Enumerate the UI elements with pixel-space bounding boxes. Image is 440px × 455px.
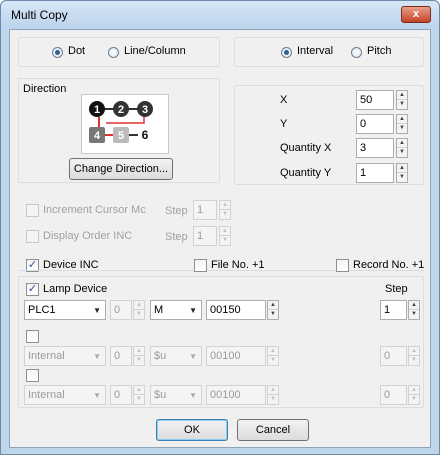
lamp-device-checkbox[interactable]: ✓ — [26, 283, 39, 296]
device-select-1[interactable]: M ▼ — [150, 300, 202, 320]
address-spinner-1[interactable]: ▲ ▼ — [267, 300, 279, 320]
plc-select-1-value: PLC1 — [28, 304, 56, 316]
y-spinner[interactable]: ▲ ▼ — [396, 114, 408, 134]
x-label: X — [280, 94, 288, 106]
dot-label: Dot — [68, 45, 86, 57]
chevron-down-icon: ▼ — [93, 306, 101, 315]
step-input-3[interactable]: 0 — [380, 385, 407, 405]
increment-cursor-step-label: Step — [165, 205, 188, 217]
display-order-step-input[interactable]: 1 — [193, 226, 217, 246]
step-input-1[interactable]: 1 — [380, 300, 407, 320]
address-input-1[interactable]: 00150 — [206, 300, 266, 320]
display-order-step-label: Step — [165, 231, 188, 243]
plc-select-2-value: Internal — [28, 350, 65, 362]
plc-select-2[interactable]: Internal ▼ — [24, 346, 106, 366]
node-3-label: 3 — [142, 104, 148, 116]
pitch-label: Pitch — [367, 45, 392, 57]
address-spinner-2[interactable]: ▲ ▼ — [267, 346, 279, 366]
multi-copy-dialog: Multi Copy x Dot Line/Column Interval Pi… — [0, 0, 440, 455]
chevron-down-icon: ▼ — [93, 352, 101, 361]
lamp-row-2-checkbox[interactable] — [26, 330, 39, 343]
direction-diagram-icon: 1 2 3 4 5 6 — [89, 101, 153, 143]
display-order-step-spinner[interactable]: ▲ ▼ — [219, 226, 231, 246]
station-spinner-2[interactable]: ▲ ▼ — [133, 346, 145, 366]
device-select-3-value: $u — [154, 389, 167, 401]
device-select-2[interactable]: $u ▼ — [150, 346, 202, 366]
increment-cursor-step-spinner[interactable]: ▲ ▼ — [219, 200, 231, 220]
pitch-radio[interactable] — [351, 47, 362, 58]
record-no-label: Record No. +1 — [353, 259, 425, 271]
quantity-x-label: Quantity X — [280, 142, 332, 154]
lamp-device-label: Lamp Device — [43, 283, 108, 295]
quantity-x-input[interactable]: 3 — [356, 138, 394, 158]
dot-radio[interactable] — [52, 47, 63, 58]
chevron-down-icon: ▼ — [189, 306, 197, 315]
x-spinner[interactable]: ▲ ▼ — [396, 90, 408, 110]
quantity-y-input[interactable]: 1 — [356, 163, 394, 183]
step-spinner-3[interactable]: ▲ ▼ — [408, 385, 420, 405]
chevron-down-icon: ▼ — [189, 391, 197, 400]
address-input-3[interactable]: 00100 — [206, 385, 266, 405]
address-spinner-3[interactable]: ▲ ▼ — [267, 385, 279, 405]
lamp-step-header: Step — [385, 283, 408, 295]
lamp-row-3-checkbox[interactable] — [26, 369, 39, 382]
quantity-y-label: Quantity Y — [280, 167, 332, 179]
station-spinner-1[interactable]: ▲ ▼ — [133, 300, 145, 320]
direction-label: Direction — [23, 83, 67, 95]
node-5-label: 5 — [118, 130, 124, 142]
quantity-y-spinner[interactable]: ▲ ▼ — [396, 163, 408, 183]
change-direction-button[interactable]: Change Direction... — [69, 158, 173, 180]
direction-preview: 1 2 3 4 5 6 — [81, 94, 169, 154]
plc-select-3-value: Internal — [28, 389, 65, 401]
node-4-label: 4 — [94, 130, 101, 142]
y-label: Y — [280, 118, 288, 130]
close-button[interactable]: x — [401, 6, 431, 23]
window-title: Multi Copy — [11, 8, 68, 22]
y-input[interactable]: 0 — [356, 114, 394, 134]
x-input[interactable]: 50 — [356, 90, 394, 110]
chevron-down-icon: ▼ — [93, 391, 101, 400]
interval-label: Interval — [297, 45, 334, 57]
plc-select-1[interactable]: PLC1 ▼ — [24, 300, 106, 320]
node-1-label: 1 — [94, 104, 100, 116]
mode-group: Dot Line/Column — [18, 37, 220, 67]
step-input-2[interactable]: 0 — [380, 346, 407, 366]
display-order-label: Display Order INC — [43, 230, 133, 242]
file-no-label: File No. +1 — [211, 259, 265, 271]
device-select-2-value: $u — [154, 350, 167, 362]
ok-button[interactable]: OK — [156, 419, 228, 441]
quantity-x-spinner[interactable]: ▲ ▼ — [396, 138, 408, 158]
node-2-label: 2 — [118, 104, 124, 116]
spacing-group: Interval Pitch — [234, 37, 424, 67]
station-spinner-3[interactable]: ▲ ▼ — [133, 385, 145, 405]
interval-radio[interactable] — [281, 47, 292, 58]
line-column-label: Line/Column — [124, 45, 186, 57]
step-spinner-2[interactable]: ▲ ▼ — [408, 346, 420, 366]
station-input-2[interactable]: 0 — [110, 346, 132, 366]
device-select-1-value: M — [154, 304, 164, 316]
device-select-3[interactable]: $u ▼ — [150, 385, 202, 405]
cancel-button[interactable]: Cancel — [237, 419, 309, 441]
title-bar[interactable]: Multi Copy x — [1, 1, 439, 29]
plc-select-3[interactable]: Internal ▼ — [24, 385, 106, 405]
dialog-client-area: Dot Line/Column Interval Pitch Direction — [9, 29, 431, 448]
chevron-down-icon: ▼ — [189, 352, 197, 361]
increment-cursor-checkbox[interactable] — [26, 204, 39, 217]
display-order-checkbox[interactable] — [26, 230, 39, 243]
station-input-1[interactable]: 0 — [110, 300, 132, 320]
line-column-radio[interactable] — [108, 47, 119, 58]
station-input-3[interactable]: 0 — [110, 385, 132, 405]
increment-cursor-label: Increment Cursor Mc — [43, 204, 146, 216]
increment-cursor-step-input[interactable]: 1 — [193, 200, 217, 220]
address-input-2[interactable]: 00100 — [206, 346, 266, 366]
step-spinner-1[interactable]: ▲ ▼ — [408, 300, 420, 320]
file-no-checkbox[interactable] — [194, 259, 207, 272]
record-no-checkbox[interactable] — [336, 259, 349, 272]
node-6-label: 6 — [142, 128, 149, 142]
